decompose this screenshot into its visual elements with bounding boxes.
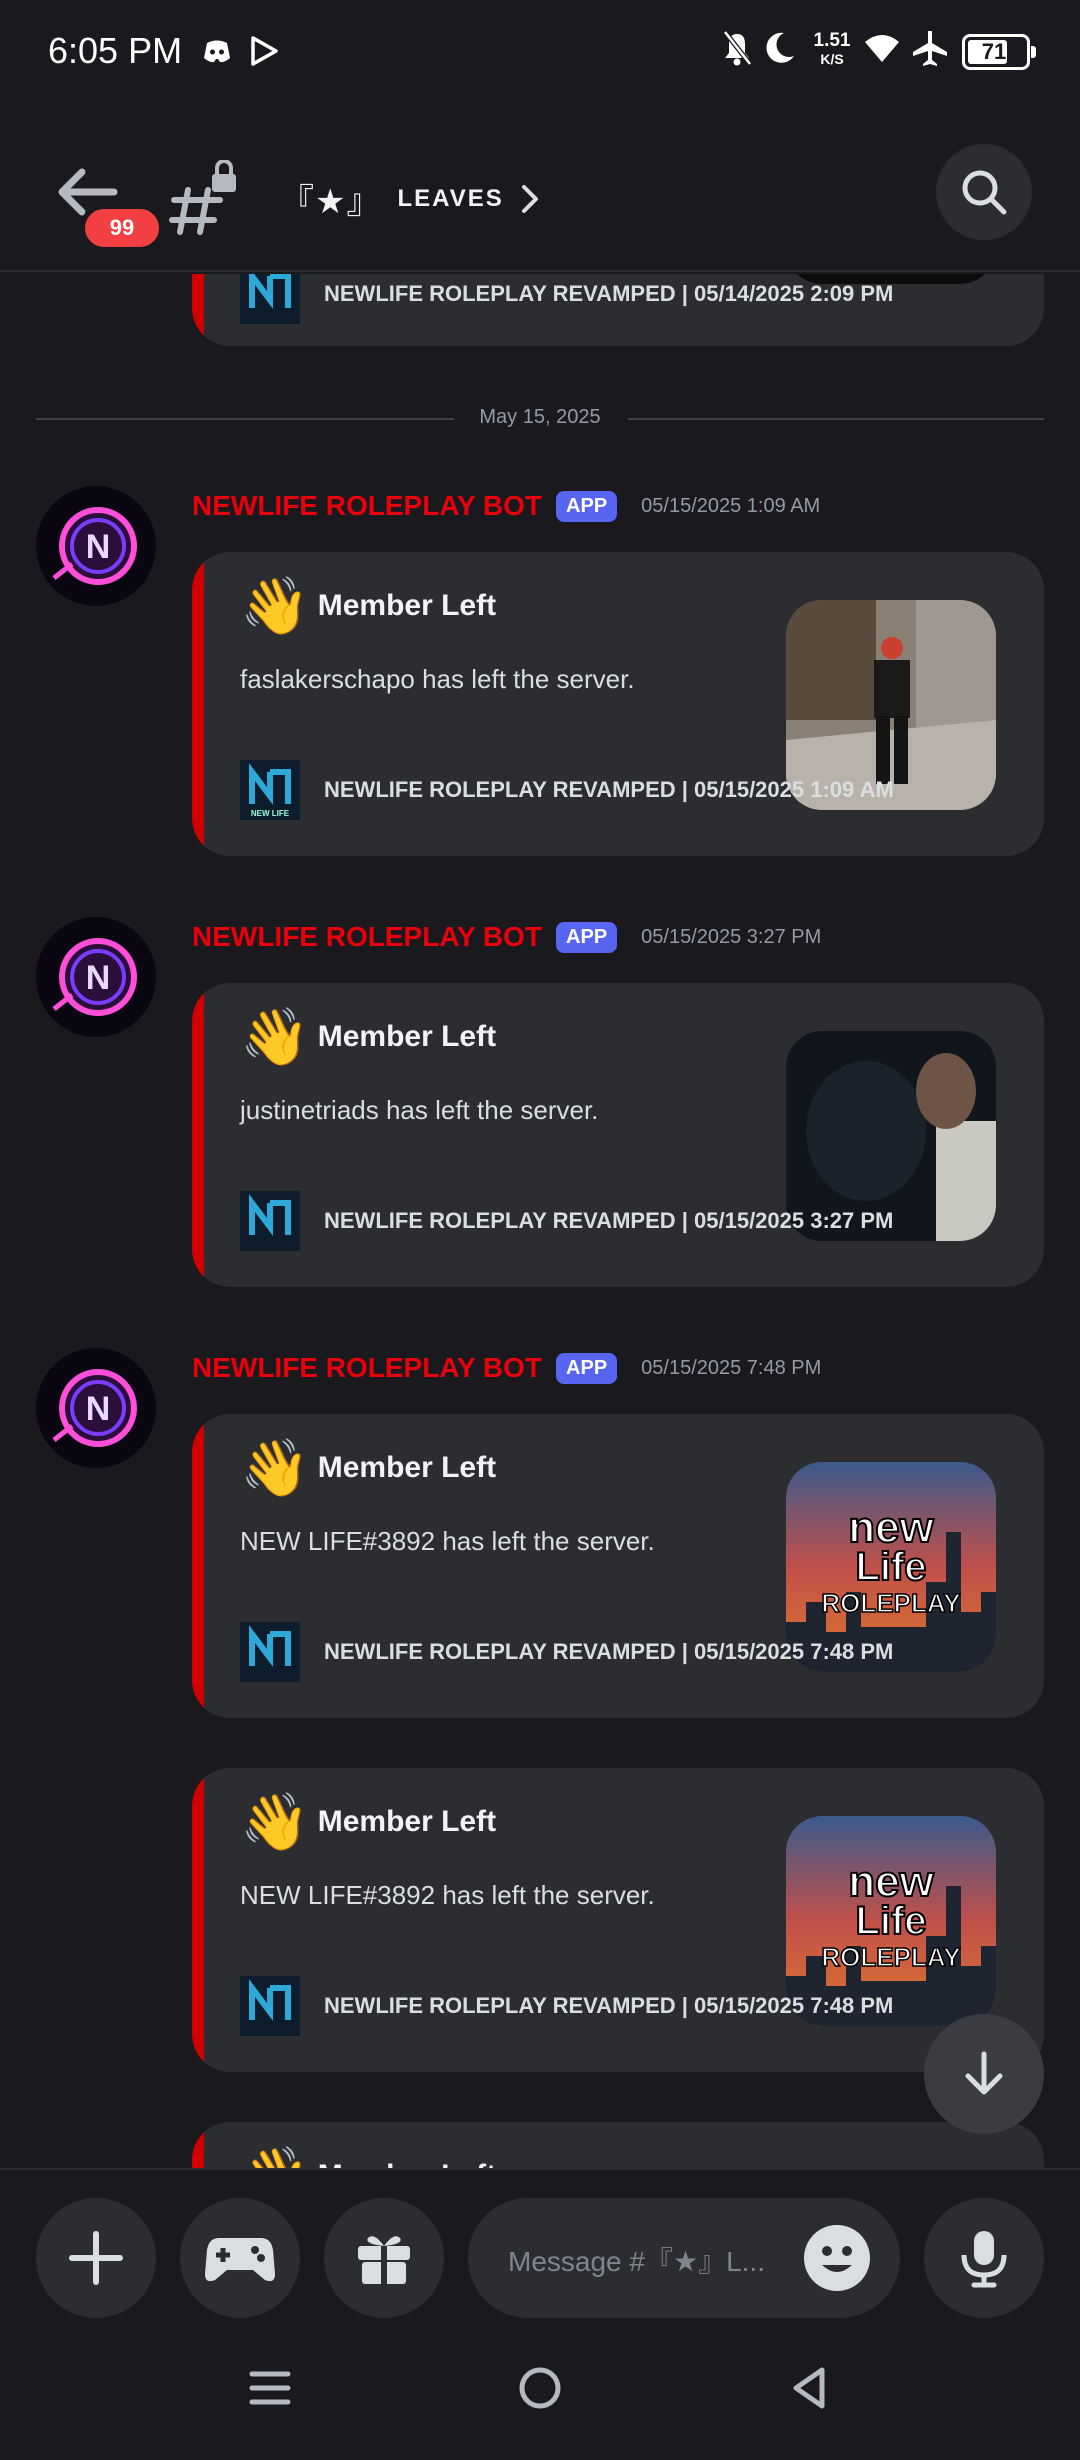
bot-avatar[interactable]: N (36, 486, 156, 606)
gift-button[interactable] (324, 2198, 444, 2318)
embed-footer-text: NEWLIFE ROLEPLAY REVAMPED | 05/15/2025 3… (324, 1208, 894, 1233)
embed-title: 👋 Member Left (240, 1790, 497, 1853)
voice-message-button[interactable] (924, 2198, 1044, 2318)
system-nav-bar (0, 2318, 1080, 2460)
airplane-icon (913, 31, 947, 66)
svg-text:N: N (86, 959, 111, 997)
embed-title: 👋 Member Left (240, 1005, 497, 1068)
attach-button[interactable] (36, 2198, 156, 2318)
author-name[interactable]: NEWLIFE ROLEPLAY BOT (192, 1352, 542, 1384)
channel-header: 99 『★』 LEAVES (0, 108, 1080, 272)
svg-text:N: N (86, 528, 111, 566)
activities-button[interactable] (180, 2198, 300, 2318)
message-input-placeholder: Message #『★』L... (508, 2246, 765, 2277)
chevron-right-icon (521, 184, 538, 213)
moon-icon (766, 32, 794, 63)
embed-description: NEW LIFE#3892 has left the server. (240, 1526, 655, 1556)
footer-logo: NEW LIFE (240, 760, 300, 820)
channel-name-label: LEAVES (397, 184, 504, 212)
svg-text:NEW LIFE: NEW LIFE (251, 809, 290, 818)
battery-icon: 71 (962, 34, 1036, 70)
embed-footer: NEW LIFE NEWLIFE ROLEPLAY REVAMPED | 05/… (240, 760, 894, 820)
embed-footer: NEWLIFE ROLEPLAY REVAMPED | 05/15/2025 7… (240, 1976, 893, 2036)
arrow-down-icon (965, 2051, 1003, 2095)
embed-description: faslakerschapo has left the server. (240, 664, 635, 694)
embed-footer-text: NEWLIFE ROLEPLAY REVAMPED | 05/15/2025 1… (324, 777, 894, 802)
message-timestamp: 05/15/2025 1:09 AM (641, 494, 821, 517)
mute-bell-icon (723, 30, 752, 66)
emoji-button[interactable] (804, 2225, 870, 2291)
battery-level: 71 (981, 39, 1007, 64)
plus-icon (69, 2231, 123, 2285)
message-timestamp: 05/15/2025 7:48 PM (641, 1356, 822, 1379)
discord-icon (204, 40, 230, 63)
embed-description: NEW LIFE#3892 has left the server. (240, 1880, 655, 1910)
embed-card: 👋 Member Left NEW LIFE#3892 has left the… (192, 1414, 1044, 1718)
home-icon[interactable] (516, 2364, 564, 2412)
embed-footer-text: NEWLIFE ROLEPLAY REVAMPED | 05/15/2025 7… (324, 1993, 894, 2018)
embed-card: 👋 Member Left faslakerschapo has left th… (192, 552, 1044, 856)
svg-text:Life: Life (855, 1899, 926, 1943)
embed-title: 👋 Member Left (240, 574, 497, 637)
embed-footer-text: NEWLIFE ROLEPLAY REVAMPED | 05/15/2025 7… (324, 1639, 894, 1664)
svg-text:ROLEPLAY: ROLEPLAY (821, 1942, 960, 1972)
search-button[interactable] (936, 144, 1032, 240)
wave-emoji: 👋 (240, 1005, 310, 1068)
mic-icon (961, 2231, 1007, 2288)
message-header: NEWLIFE ROLEPLAY BOT APP 05/15/2025 1:09… (192, 490, 820, 522)
bot-avatar[interactable]: N (36, 1348, 156, 1468)
bot-avatar[interactable]: N (36, 917, 156, 1037)
svg-text:N: N (86, 1390, 111, 1428)
net-speed: 1.51 K/S (813, 30, 851, 67)
author-name[interactable]: NEWLIFE ROLEPLAY BOT (192, 490, 542, 522)
embed-footer-text: NEWLIFE ROLEPLAY REVAMPED | 05/14/2025 2… (324, 281, 894, 306)
embed-title: 👋 Member Left (240, 2146, 496, 2169)
app-tag: APP (556, 921, 618, 953)
status-bar: 6:05 PM 1.51 K/S 71 (0, 0, 1080, 108)
embed-footer: NEWLIFE ROLEPLAY REVAMPED | 05/14/2025 2… (240, 274, 893, 324)
menu-icon[interactable] (246, 2364, 294, 2412)
author-name[interactable]: NEWLIFE ROLEPLAY BOT (192, 921, 542, 953)
embed-footer: NEWLIFE ROLEPLAY REVAMPED | 05/15/2025 3… (240, 1191, 893, 1251)
wave-emoji: 👋 (240, 1790, 310, 1853)
back-icon[interactable] (786, 2364, 834, 2412)
channel-symbol: 『★』 (280, 183, 382, 221)
embed-partial-bottom: 👋 Member Left (192, 2122, 1044, 2168)
svg-text:ROLEPLAY: ROLEPLAY (821, 1588, 960, 1618)
play-store-icon (251, 36, 278, 66)
locked-channel-icon (169, 160, 236, 235)
message-header: NEWLIFE ROLEPLAY BOT APP 05/15/2025 3:27… (192, 921, 821, 953)
wave-emoji: 👋 (240, 2146, 310, 2169)
message-list[interactable]: NEWLIFE ROLEPLAY REVAMPED | 05/14/2025 2… (0, 274, 1080, 2168)
jump-to-bottom-button[interactable] (924, 2014, 1044, 2134)
app-tag: APP (556, 490, 618, 522)
svg-text:Life: Life (855, 1545, 926, 1589)
unread-badge: 99 (80, 204, 164, 252)
date-divider: May 15, 2025 (36, 404, 1044, 434)
gamepad-icon (205, 2238, 275, 2282)
emoji-icon (822, 2246, 852, 2272)
wifi-icon (865, 35, 899, 62)
footer-logo (240, 1622, 300, 1682)
embed-card: 👋 Member Left justinetriads has left the… (192, 983, 1044, 1287)
footer-logo (240, 1976, 300, 2036)
footer-logo (240, 274, 300, 324)
embed-description: justinetriads has left the server. (240, 1095, 599, 1125)
embed-title: 👋 Member Left (240, 1436, 497, 1499)
wave-emoji: 👋 (240, 1436, 310, 1499)
wave-emoji: 👋 (240, 574, 310, 637)
footer-logo (240, 1191, 300, 1251)
app-tag: APP (556, 1352, 618, 1384)
gift-icon (358, 2236, 410, 2284)
channel-title[interactable]: 『★』 LEAVES (280, 174, 540, 223)
embed-footer: NEWLIFE ROLEPLAY REVAMPED | 05/15/2025 7… (240, 1622, 893, 1682)
message-timestamp: 05/15/2025 3:27 PM (641, 925, 822, 948)
message-input[interactable]: Message #『★』L... (468, 2198, 900, 2318)
status-time: 6:05 PM (48, 30, 183, 71)
embed-partial-top: NEWLIFE ROLEPLAY REVAMPED | 05/14/2025 2… (192, 274, 1044, 346)
message-composer: Message #『★』L... (0, 2168, 1080, 2318)
embed-card: 👋 Member Left NEW LIFE#3892 has left the… (192, 1768, 1044, 2072)
search-icon (962, 170, 1007, 215)
message-header: NEWLIFE ROLEPLAY BOT APP 05/15/2025 7:48… (192, 1352, 821, 1384)
